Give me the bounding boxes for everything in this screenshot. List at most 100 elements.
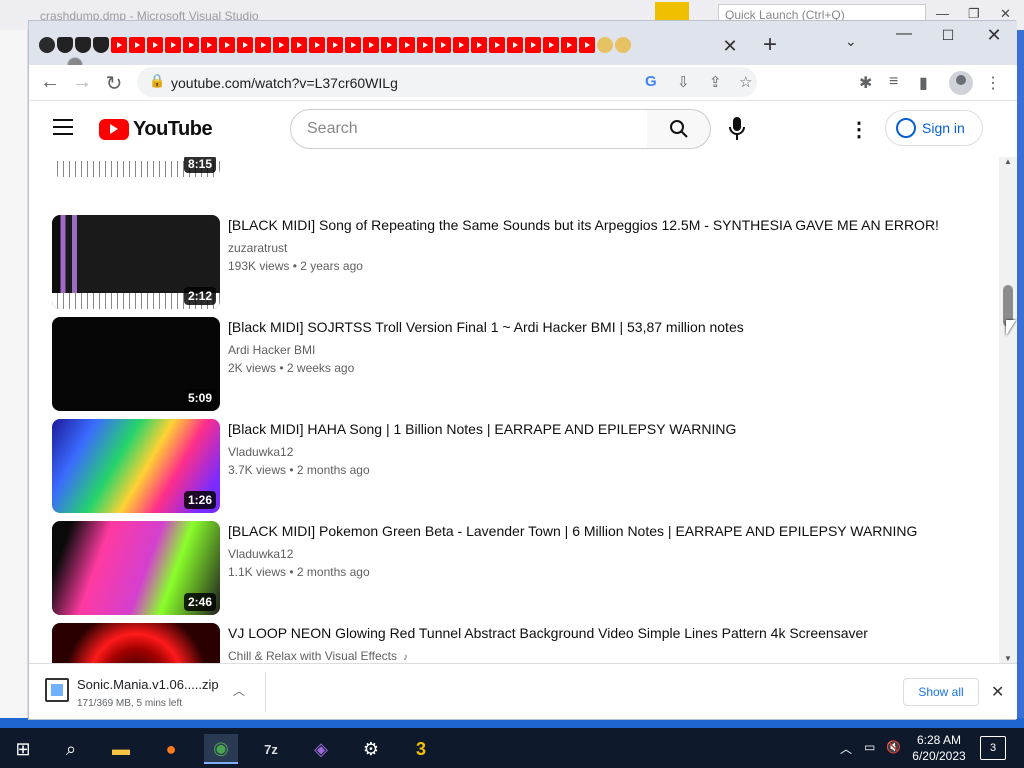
download-filename[interactable]: Sonic.Mania.v1.06.....zip: [77, 677, 219, 692]
share-icon[interactable]: ⇪: [709, 73, 722, 91]
youtube-tab-favicon[interactable]: [129, 37, 145, 53]
address-bar[interactable]: 🔒 youtube.com/watch?v=L37cr60WILg G ⇩ ⇪ …: [137, 67, 757, 97]
chrome-taskbar-icon[interactable]: ◉: [204, 734, 238, 764]
media-icon[interactable]: ≡: [889, 73, 898, 91]
gold-tab-favicon[interactable]: [615, 37, 631, 53]
sp-tab-favicon[interactable]: [39, 37, 55, 53]
tab-search-icon[interactable]: ⌄: [845, 33, 857, 50]
youtube-tab-favicon[interactable]: [561, 37, 577, 53]
chrome-menu-icon[interactable]: ⋮: [985, 73, 1001, 93]
forward-button[interactable]: →: [69, 71, 95, 94]
zip-file-icon[interactable]: [45, 678, 69, 702]
vs-minimize-icon[interactable]: —: [936, 6, 949, 21]
gold-tab-favicon[interactable]: [597, 37, 613, 53]
notification-center-icon[interactable]: 3: [980, 736, 1006, 760]
video-title[interactable]: [Black MIDI] SOJRTSS Troll Version Final…: [228, 319, 744, 335]
youtube-tab-favicon[interactable]: [111, 37, 127, 53]
video-thumbnail[interactable]: 8:15: [52, 157, 220, 177]
shield-tab-favicon[interactable]: [57, 37, 73, 53]
channel-name[interactable]: zuzaratrust: [228, 241, 287, 255]
search-button[interactable]: [647, 109, 711, 149]
new-tab-button[interactable]: +: [757, 33, 783, 59]
youtube-tab-favicon[interactable]: [489, 37, 505, 53]
video-list-item[interactable]: VJ LOOP NEON Glowing Red Tunnel Abstract…: [52, 623, 972, 663]
7zip-icon[interactable]: 7z: [254, 734, 288, 764]
youtube-tab-favicon[interactable]: [165, 37, 181, 53]
install-app-icon[interactable]: ⇩: [677, 73, 690, 91]
channel-name[interactable]: Vladuwka12: [228, 445, 293, 459]
video-title[interactable]: VJ LOOP NEON Glowing Red Tunnel Abstract…: [228, 625, 868, 641]
shield-tab-favicon[interactable]: [75, 37, 91, 53]
youtube-tab-favicon[interactable]: [363, 37, 379, 53]
bookmark-star-icon[interactable]: ☆: [739, 73, 752, 91]
video-thumbnail[interactable]: 2:46: [52, 521, 220, 615]
youtube-tab-favicon[interactable]: [327, 37, 343, 53]
youtube-tab-favicon[interactable]: [183, 37, 199, 53]
youtube-tab-favicon[interactable]: [417, 37, 433, 53]
lock-icon[interactable]: 🔒: [149, 73, 165, 89]
shield-tab-favicon[interactable]: [93, 37, 109, 53]
video-channel[interactable]: Vladuwka12: [228, 547, 293, 561]
youtube-tab-favicon[interactable]: [453, 37, 469, 53]
youtube-tab-favicon[interactable]: [471, 37, 487, 53]
video-thumbnail[interactable]: [52, 623, 220, 663]
channel-name[interactable]: Vladuwka12: [228, 547, 293, 561]
youtube-tab-favicon[interactable]: [201, 37, 217, 53]
google-lens-icon[interactable]: G: [645, 73, 657, 90]
scroll-up-icon[interactable]: ▲: [1004, 157, 1012, 166]
youtube-tab-favicon[interactable]: [579, 37, 595, 53]
video-title[interactable]: [BLACK MIDI] Song of Repeating the Same …: [228, 217, 939, 233]
youtube-tab-favicon[interactable]: [399, 37, 415, 53]
tab-close-button[interactable]: ✕: [719, 35, 741, 57]
video-channel[interactable]: Vladuwka12: [228, 445, 293, 459]
network-icon[interactable]: ▭: [864, 740, 875, 754]
settings-menu-icon[interactable]: ⋮: [849, 117, 869, 142]
youtube-tab-favicon[interactable]: [273, 37, 289, 53]
microphone-icon[interactable]: [727, 115, 747, 143]
video-list-item[interactable]: 8:15: [52, 157, 972, 177]
menu-icon[interactable]: [53, 119, 73, 135]
close-download-shelf-icon[interactable]: ✕: [991, 682, 1004, 702]
video-channel[interactable]: Chill & Relax with Visual Effects ♪: [228, 649, 408, 663]
profile-avatar[interactable]: [949, 71, 973, 95]
show-all-button[interactable]: Show all: [903, 678, 979, 706]
volume-icon[interactable]: 🔇: [886, 740, 901, 754]
reload-button[interactable]: ↻: [101, 71, 127, 96]
youtube-tab-favicon[interactable]: [255, 37, 271, 53]
youtube-tab-favicon[interactable]: [435, 37, 451, 53]
search-input[interactable]: Search: [290, 109, 648, 149]
youtube-tab-favicon[interactable]: [507, 37, 523, 53]
video-list-item[interactable]: 2:12 [BLACK MIDI] Song of Repeating the S…: [52, 215, 972, 309]
channel-name[interactable]: Chill & Relax with Visual Effects: [228, 649, 397, 663]
video-thumbnail[interactable]: 1:26: [52, 419, 220, 513]
side-panel-icon[interactable]: ▮: [919, 73, 928, 93]
video-list-item[interactable]: 2:46 [BLACK MIDI] Pokemon Green Beta - La…: [52, 521, 972, 615]
search-taskbar-icon[interactable]: ⌕: [54, 734, 88, 764]
youtube-tab-favicon[interactable]: [345, 37, 361, 53]
channel-name[interactable]: Ardi Hacker BMI: [228, 343, 315, 357]
youtube-tab-favicon[interactable]: [543, 37, 559, 53]
minimize-button[interactable]: —: [889, 25, 919, 51]
youtube-logo[interactable]: YouTube: [99, 118, 213, 140]
firefox-icon[interactable]: ●: [154, 734, 188, 764]
video-title[interactable]: [Black MIDI] HAHA Song | 1 Billion Notes…: [228, 421, 736, 437]
youtube-tab-favicon[interactable]: [147, 37, 163, 53]
video-thumbnail[interactable]: 2:12: [52, 215, 220, 309]
extensions-icon[interactable]: ✱: [859, 73, 872, 93]
system-clock[interactable]: 6:28 AM 6/20/2023: [904, 732, 974, 764]
video-list-item[interactable]: 5:09 [Black MIDI] SOJRTSS Troll Version F…: [52, 317, 972, 411]
close-window-button[interactable]: ✕: [979, 25, 1009, 51]
app-3-icon[interactable]: 3: [404, 734, 438, 764]
sign-in-button[interactable]: Sign in: [885, 110, 983, 146]
video-channel[interactable]: zuzaratrust: [228, 241, 287, 255]
youtube-tab-favicon[interactable]: [381, 37, 397, 53]
chevron-up-icon[interactable]: ︿: [233, 682, 245, 699]
video-channel[interactable]: Ardi Hacker BMI: [228, 343, 315, 357]
scroll-down-icon[interactable]: ▼: [1004, 654, 1012, 663]
youtube-tab-favicon[interactable]: [525, 37, 541, 53]
youtube-tab-favicon[interactable]: [309, 37, 325, 53]
youtube-tab-favicon[interactable]: [291, 37, 307, 53]
page-scrollbar[interactable]: ▲ ▼: [999, 157, 1017, 663]
settings-gear-icon[interactable]: ⚙: [354, 734, 388, 764]
youtube-tab-favicon[interactable]: [219, 37, 235, 53]
